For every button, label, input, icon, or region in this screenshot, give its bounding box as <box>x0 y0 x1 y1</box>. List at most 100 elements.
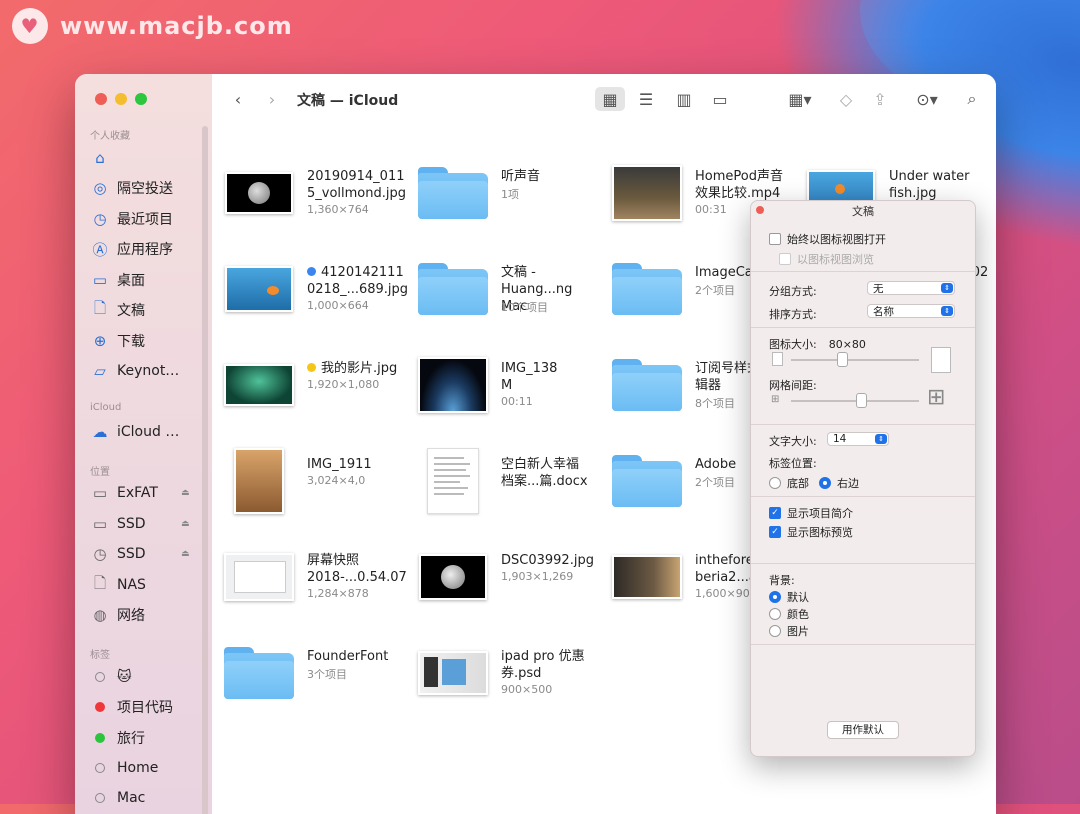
updown-icon: ⇕ <box>941 306 953 316</box>
forward-button[interactable]: › <box>262 87 282 111</box>
file-item[interactable]: 20190914_011 5_vollmond.jpg 1,360×764 <box>212 154 406 234</box>
sidebar-item-label: iCloud … <box>117 424 180 440</box>
sidebar-item-tag-cat[interactable]: 🐱 <box>91 666 132 688</box>
group-by-select[interactable]: 无 ⇕ <box>867 281 955 295</box>
group-button[interactable]: ▦▾ <box>780 87 820 111</box>
column-view-button[interactable]: ▥ <box>670 87 698 111</box>
group-by-value: 无 <box>873 282 884 295</box>
folder-item[interactable]: 文稿 - Huang...ng Mac 10个项目 <box>406 250 600 330</box>
item-thumbnail <box>418 642 488 704</box>
list-view-button[interactable]: ☰ <box>632 87 660 111</box>
sidebar-item-home[interactable]: ⌂ <box>91 147 117 169</box>
bg-picture-option[interactable]: 图片 <box>769 623 809 639</box>
sidebar-item-tag-mac[interactable]: Mac <box>91 787 145 809</box>
icon-size-value: 80×80 <box>828 337 866 351</box>
grid-spacing-slider[interactable] <box>791 400 919 402</box>
eject-icon[interactable]: ⏏ <box>181 519 190 529</box>
sidebar-item-desktop[interactable]: ▭ 桌面 <box>91 269 145 291</box>
sidebar-item-airdrop[interactable]: ◎ 隔空投送 <box>91 177 173 199</box>
minimize-button[interactable] <box>115 93 127 105</box>
browse-icon-view-checkbox[interactable] <box>779 253 791 265</box>
action-button[interactable]: ⊙▾ <box>908 87 946 111</box>
file-item[interactable]: 屏幕快照 2018-...0.54.07 1,284×878 <box>212 538 407 618</box>
sidebar-item-label: SSD <box>117 546 146 562</box>
grid-spacing-slider-knob[interactable] <box>856 393 868 408</box>
text-size-select[interactable]: 14 ⇕ <box>827 432 889 446</box>
file-item[interactable]: 空白新人幸福 档案...篇.docx <box>406 442 600 522</box>
item-name: ipad pro 优惠 券.psd <box>501 649 585 681</box>
image-thumbnail <box>225 172 293 214</box>
sidebar-item-tag-travel[interactable]: 旅行 <box>91 727 145 749</box>
sidebar-item-recents[interactable]: ◷ 最近项目 <box>91 208 173 230</box>
sidebar-item-tag-home[interactable]: Home <box>91 757 158 779</box>
sidebar-item-documents[interactable]: 🗋 文稿 <box>91 299 145 321</box>
bg-default-radio[interactable] <box>769 591 781 603</box>
file-item[interactable]: IMG_138 M 00:11 <box>406 346 600 426</box>
search-icon: ⌕ <box>967 89 977 108</box>
psd-thumbnail <box>418 651 488 695</box>
browse-icon-view-option[interactable]: 以图标视图浏览 <box>779 251 874 267</box>
item-thumbnail <box>418 258 488 320</box>
file-item[interactable]: ipad pro 优惠 券.psd 900×500 <box>406 634 600 714</box>
sidebar-item-network[interactable]: ◍ 网络 <box>91 604 145 626</box>
label-bottom-radio[interactable] <box>769 477 781 489</box>
list-icon: ☰ <box>638 89 654 109</box>
show-icon-preview-label: 显示图标预览 <box>787 526 853 539</box>
sidebar-item-exfat[interactable]: ▭ ExFAT ⏏ <box>91 482 190 504</box>
eject-icon[interactable]: ⏏ <box>181 488 190 498</box>
sidebar-item-tag-code[interactable]: 项目代码 <box>91 696 173 718</box>
sidebar-section-locations: 位置 <box>90 467 110 478</box>
share-icon: ⇪ <box>873 89 887 109</box>
label-bottom-option[interactable]: 底部 <box>769 475 809 491</box>
sort-by-select[interactable]: 名称 ⇕ <box>867 304 955 318</box>
bg-default-option[interactable]: 默认 <box>769 589 809 605</box>
tag-empty-icon <box>91 759 109 777</box>
label-right-option[interactable]: 右边 <box>819 475 859 491</box>
share-button[interactable]: ⇪ <box>868 87 892 111</box>
icon-view-button[interactable]: ▦ <box>595 87 625 111</box>
label-right-radio[interactable] <box>819 477 831 489</box>
sidebar-scrollbar[interactable] <box>202 126 208 814</box>
timemachine-icon: ◷ <box>93 545 107 563</box>
tag-button[interactable]: ◇ <box>834 87 858 111</box>
close-button[interactable] <box>95 93 107 105</box>
sidebar-item-ssd-timemachine[interactable]: ◷ SSD ⏏ <box>91 543 189 565</box>
bg-color-option[interactable]: 颜色 <box>769 606 809 622</box>
file-item[interactable]: DSC03992.jpg 1,903×1,269 <box>406 538 600 618</box>
sidebar-item-downloads[interactable]: ⊕ 下载 <box>91 330 145 352</box>
bg-picture-text: 图片 <box>787 625 809 638</box>
show-item-info-checkbox[interactable]: ✓ <box>769 507 781 519</box>
folder-item[interactable]: 听声音 1项 <box>406 154 600 234</box>
sidebar-item-icloud-drive[interactable]: ☁ iCloud … <box>91 421 180 443</box>
tag-empty-icon <box>91 668 109 686</box>
sidebar-section-icloud: iCloud <box>90 402 122 413</box>
bg-color-radio[interactable] <box>769 608 781 620</box>
home-icon: ⌂ <box>95 149 105 167</box>
sidebar-item-nas[interactable]: 🗋 NAS <box>91 574 146 596</box>
tag-empty-icon <box>91 789 109 807</box>
file-item[interactable]: IMG_1911 3,024×4,0 <box>212 442 406 522</box>
icon-size-slider[interactable] <box>791 359 919 361</box>
show-item-info-option[interactable]: ✓ 显示项目简介 <box>769 505 853 521</box>
sidebar-item-applications[interactable]: Ⓐ 应用程序 <box>91 238 173 260</box>
gallery-view-button[interactable]: ▭ <box>705 87 735 111</box>
use-as-defaults-button[interactable]: 用作默认 <box>827 721 899 739</box>
item-meta: 900×500 <box>501 683 553 696</box>
back-button[interactable]: ‹ <box>228 87 248 111</box>
bg-picture-radio[interactable] <box>769 625 781 637</box>
zoom-button[interactable] <box>135 93 147 105</box>
item-thumbnail <box>224 258 294 320</box>
always-icon-view-option[interactable]: 始终以图标视图打开 <box>769 231 886 247</box>
show-icon-preview-option[interactable]: ✓ 显示图标预览 <box>769 524 853 540</box>
sidebar-item-ssd[interactable]: ▭ SSD ⏏ <box>91 513 190 535</box>
always-icon-view-checkbox[interactable] <box>769 233 781 245</box>
search-button[interactable]: ⌕ <box>960 87 984 111</box>
item-thumbnail <box>224 162 294 224</box>
file-item[interactable]: 4120142111 0218_...689.jpg 1,000×664 <box>212 250 408 330</box>
show-icon-preview-checkbox[interactable]: ✓ <box>769 526 781 538</box>
eject-icon[interactable]: ⏏ <box>181 549 190 559</box>
file-item[interactable]: 我的影片.jpg 1,920×1,080 <box>212 346 406 426</box>
sidebar-item-keynote[interactable]: ▱ Keynot… <box>91 360 179 382</box>
icon-size-slider-knob[interactable] <box>837 352 849 367</box>
folder-item[interactable]: FounderFont 3个项目 <box>212 634 406 714</box>
